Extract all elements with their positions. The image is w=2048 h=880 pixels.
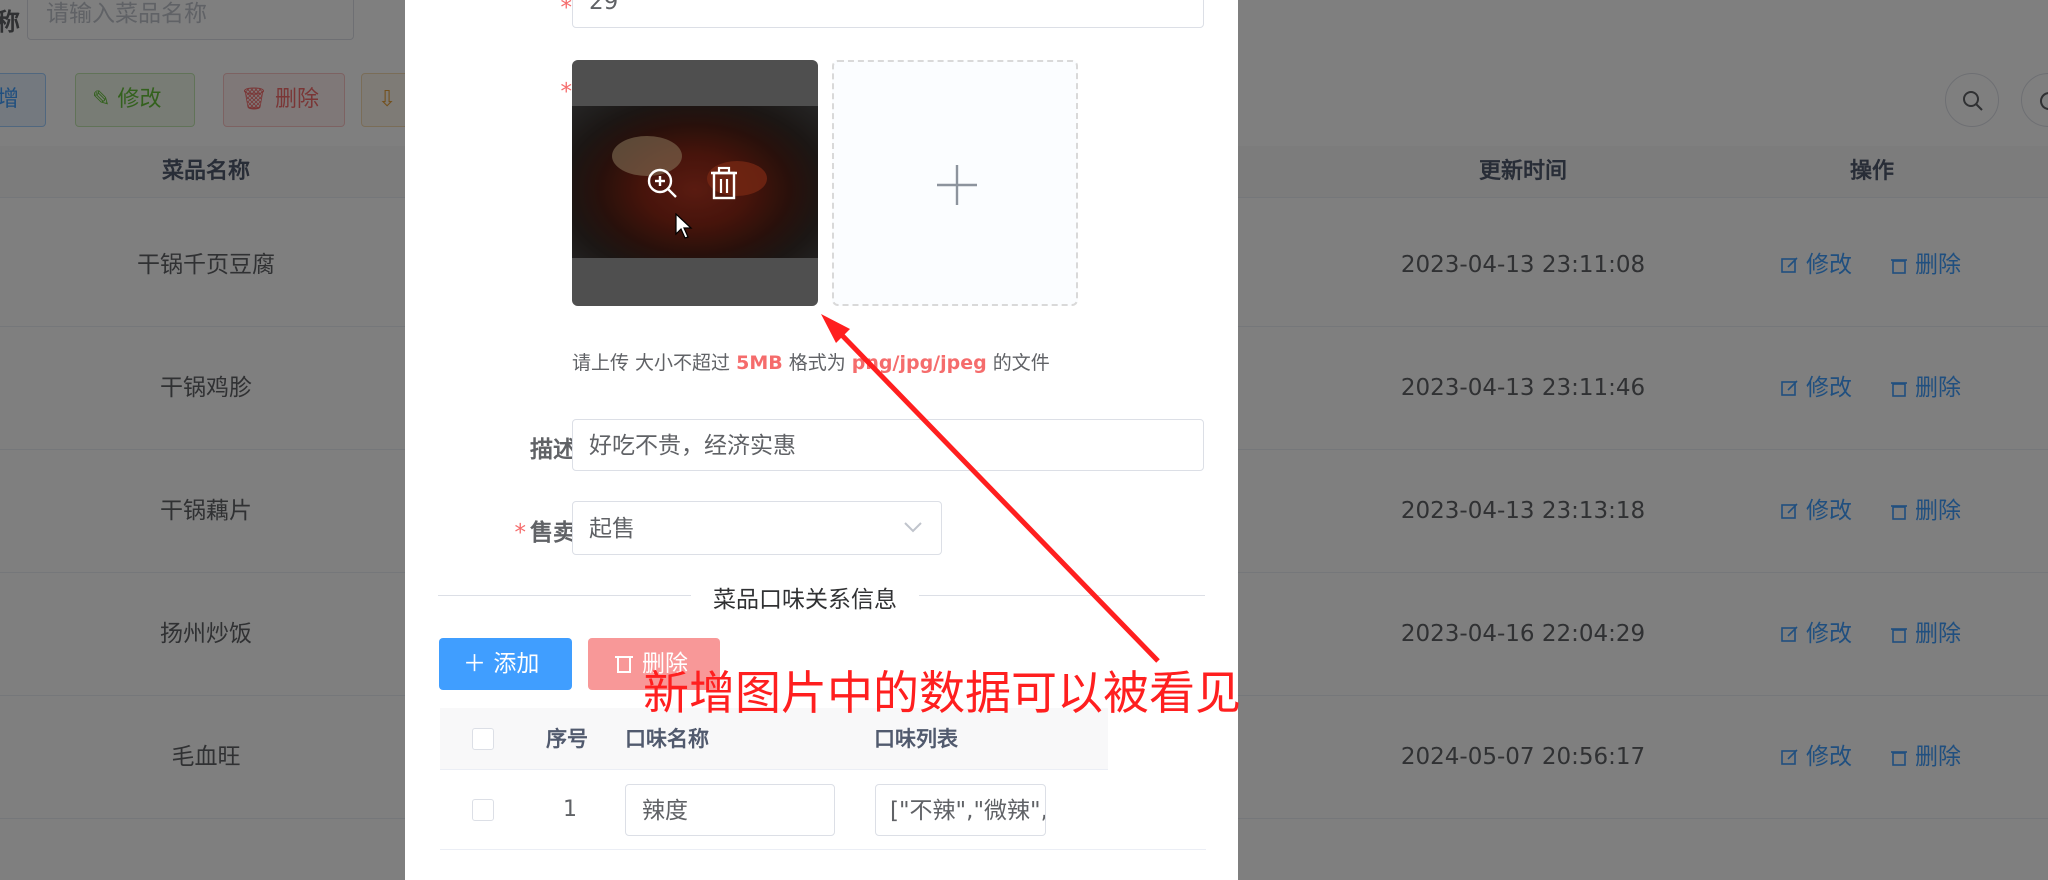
mouse-cursor-icon (675, 213, 693, 239)
annotation-arrow-icon (821, 314, 1160, 663)
annotation-text: 新增图片中的数据可以被看见 (643, 666, 1241, 720)
